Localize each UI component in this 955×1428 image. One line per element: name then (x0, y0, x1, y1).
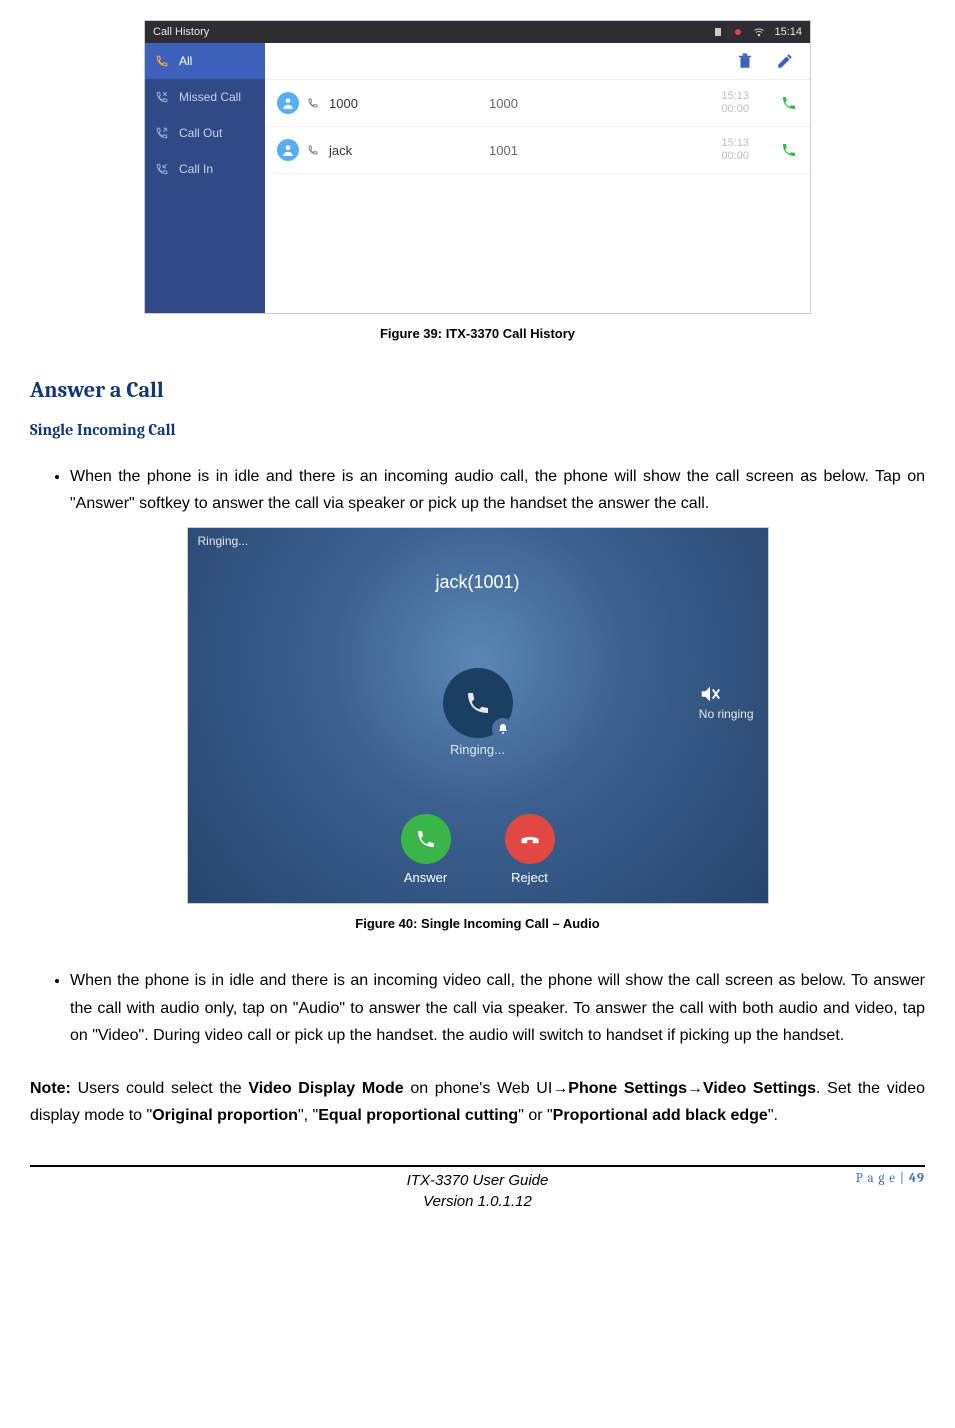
caller-name: jack(1001) (188, 572, 768, 593)
reject-label: Reject (511, 870, 548, 885)
sidebar-item-label: Missed Call (179, 90, 241, 104)
call-history-toolbar (265, 43, 810, 80)
call-history-sidebar: All Missed Call Call Out (145, 43, 265, 313)
all-calls-icon (155, 54, 169, 68)
answer-button[interactable]: Answer (386, 814, 466, 885)
sidebar-item-all[interactable]: All (145, 43, 265, 79)
answer-icon (401, 814, 451, 864)
call-history-main: 1000 1000 15:13 00:00 (265, 43, 810, 313)
sim-icon (712, 26, 724, 38)
ringing-indicator: Ringing... (188, 668, 768, 757)
sidebar-item-label: Call Out (179, 126, 222, 140)
fig40-caption: Figure 40: Single Incoming Call – Audio (30, 916, 925, 931)
call-name: 1000 (329, 96, 489, 111)
bell-badge-icon (492, 718, 514, 740)
call-in-icon (155, 162, 169, 176)
sidebar-item-label: Call In (179, 162, 213, 176)
ringing-top-label: Ringing... (188, 528, 768, 554)
ringing-label: Ringing... (188, 742, 768, 757)
call-duration: 00:00 (659, 150, 749, 163)
page-footer: ITX-3370 User Guide Version 1.0.1.12 P a… (0, 1165, 955, 1220)
fig40-incoming-call: Ringing... jack(1001) No ringing Ringing… (187, 527, 769, 904)
call-ext: 1000 (489, 96, 659, 111)
footer-line1: ITX-3370 User Guide (120, 1171, 835, 1191)
call-time-hhmm: 15:13 (659, 137, 749, 150)
sidebar-item-out[interactable]: Call Out (145, 115, 265, 151)
sidebar-item-in[interactable]: Call In (145, 151, 265, 187)
edit-icon[interactable] (776, 52, 794, 70)
answer-label: Answer (404, 870, 447, 885)
call-time: 15:13 00:00 (659, 90, 749, 116)
dial-icon[interactable] (780, 94, 798, 112)
call-name: jack (329, 143, 489, 158)
call-out-icon (155, 126, 169, 140)
call-duration: 00:00 (659, 103, 749, 116)
call-ext: 1001 (489, 143, 659, 158)
call-row[interactable]: jack 1001 15:13 00:00 (265, 127, 810, 174)
footer-line2: Version 1.0.1.12 (120, 1192, 835, 1212)
footer-page: P a g e | 49 (835, 1171, 925, 1186)
call-time: 15:13 00:00 (659, 137, 749, 163)
avatar-icon (277, 139, 299, 161)
note-prefix: Note: (30, 1080, 71, 1097)
subsection-heading: Single Incoming Call (30, 421, 925, 439)
note-paragraph: Note: Users could select the Video Displ… (30, 1075, 925, 1129)
dial-icon[interactable] (780, 141, 798, 159)
call-time-hhmm: 15:13 (659, 90, 749, 103)
status-title: Call History (153, 26, 712, 38)
wifi-icon (752, 26, 766, 38)
status-icons: 15:14 (712, 26, 802, 38)
fig39-call-history: Call History 15:14 (144, 20, 811, 314)
reject-button[interactable]: Reject (490, 814, 570, 885)
section-heading: Answer a Call (30, 377, 925, 403)
missed-call-icon (155, 90, 169, 104)
avatar-icon (277, 92, 299, 114)
call-type-icon (307, 97, 319, 109)
bullet-1: When the phone is in idle and there is a… (70, 463, 925, 517)
bullet-2: When the phone is in idle and there is a… (70, 967, 925, 1049)
call-type-icon (307, 144, 319, 156)
status-time: 15:14 (774, 26, 802, 38)
delete-icon[interactable] (736, 52, 754, 70)
sidebar-item-label: All (179, 54, 192, 68)
reject-icon (505, 814, 555, 864)
status-bar: Call History 15:14 (145, 21, 810, 43)
fig39-caption: Figure 39: ITX-3370 Call History (30, 326, 925, 341)
call-row[interactable]: 1000 1000 15:13 00:00 (265, 80, 810, 127)
record-icon (732, 26, 744, 38)
footer-center: ITX-3370 User Guide Version 1.0.1.12 (120, 1171, 835, 1212)
sidebar-item-missed[interactable]: Missed Call (145, 79, 265, 115)
